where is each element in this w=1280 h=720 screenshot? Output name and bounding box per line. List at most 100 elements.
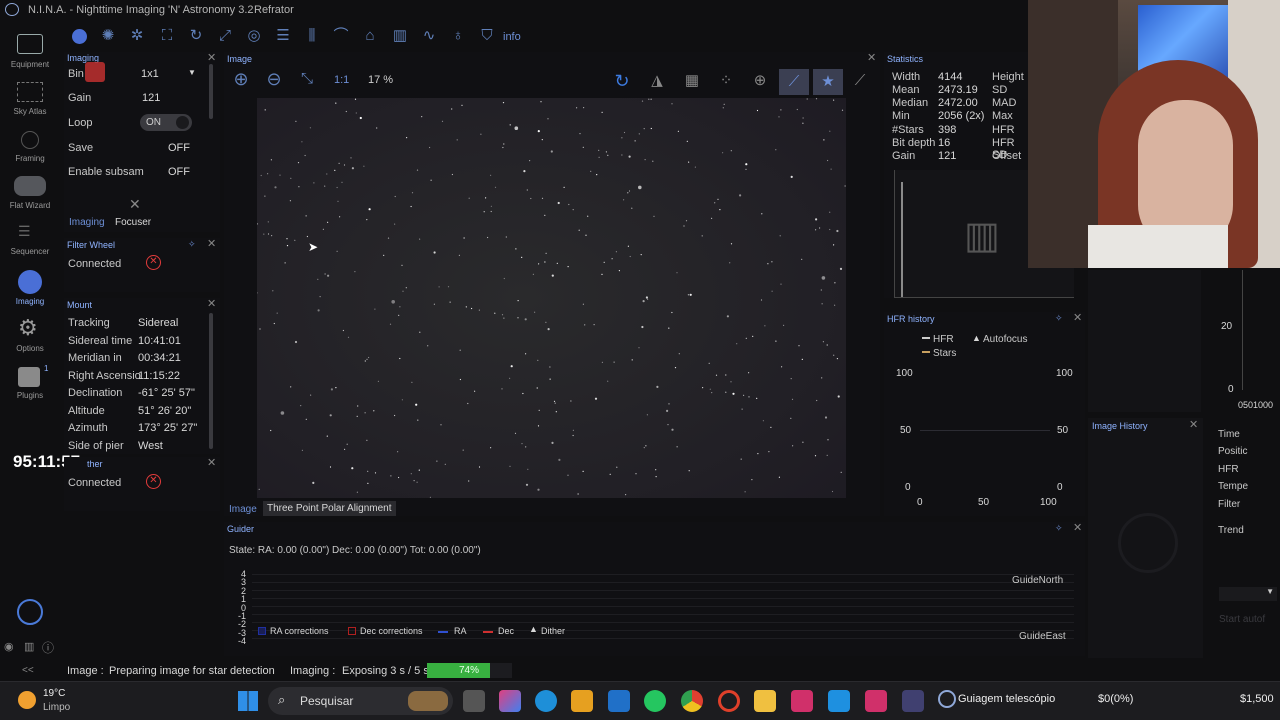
sliders-icon[interactable]: ⫼ [300,27,324,45]
save-toggle[interactable]: OFF [168,142,190,154]
tab-image[interactable]: Image [229,504,257,515]
windows-start-icon[interactable] [238,691,258,711]
folder-icon[interactable] [754,690,776,712]
chevron-down-icon[interactable]: ▼ [188,68,196,77]
tool-icon[interactable]: ⟋ [848,72,872,90]
shield-icon[interactable]: ⛉ [475,27,499,45]
power-icon[interactable] [17,599,43,625]
app-icon[interactable] [608,690,630,712]
task-view-icon[interactable] [463,690,485,712]
info-tab[interactable]: info [503,31,521,43]
dot-icon[interactable] [72,29,87,44]
close-icon[interactable]: ✕ [207,53,216,64]
scrollbar[interactable] [209,313,213,449]
rotator-icon[interactable]: ↻ [184,27,208,45]
active-app-label[interactable]: Guiagem telescópio [958,693,1055,705]
grid-icon[interactable]: ▦ [680,72,704,90]
loop-toggle[interactable]: ON [140,114,192,131]
close-icon[interactable]: ✕ [129,196,141,213]
tab-imaging[interactable]: Imaging [69,217,105,228]
sidebar-item-sequencer[interactable]: ☰ Sequencer [0,220,60,260]
star [503,143,505,145]
sidebar-item-equipment[interactable]: Equipment [0,32,60,72]
tab-focuser[interactable]: Focuser [115,217,151,228]
dome-icon[interactable]: ⌒ [329,27,353,45]
mount-row-label: Meridian in [68,352,122,364]
copilot-icon[interactable] [499,690,521,712]
scrollbar[interactable] [209,64,213,119]
close-icon[interactable]: ✕ [1073,313,1082,324]
close-icon[interactable]: ✕ [1189,420,1198,431]
disconnected-icon[interactable]: ✕ [146,474,161,489]
app-icon[interactable] [902,690,924,712]
app-icon[interactable] [791,690,813,712]
taskbar-search[interactable]: ⌕ Pesquisar [268,687,453,715]
column-header: Positic [1218,446,1248,457]
eye-icon[interactable]: ◉ [4,640,14,653]
star [836,358,839,360]
zoom-in-icon[interactable]: ⊕ [229,70,253,88]
settings-icon[interactable]: ✧ [1055,313,1063,324]
fit-icon[interactable]: ⤡ [295,70,319,88]
weather-desc[interactable]: Limpo [43,702,70,713]
close-icon[interactable]: ✕ [207,299,216,310]
bar-chart-icon[interactable]: ▥ [388,27,412,45]
one-to-one-button[interactable]: 1:1 [334,74,349,86]
target-icon[interactable]: ◎ [242,27,266,45]
statistics-panel: Statistics Width 4144 Height Mean 2473.1… [884,52,1074,298]
app-icon[interactable] [865,690,887,712]
bulb-icon[interactable]: ♁ [446,27,470,45]
start-autofocus-button[interactable]: Start autof [1219,614,1265,625]
crosshair-icon[interactable]: ⊕ [748,72,772,90]
sidebar-item-flat-wizard[interactable]: Flat Wizard [0,174,60,214]
zoom-out-icon[interactable]: ⊖ [262,70,286,88]
refresh-icon[interactable]: ↻ [610,72,634,90]
settings-icon[interactable]: ✧ [188,239,196,250]
star-detect-icon[interactable]: ⁘ [714,72,738,90]
star [305,418,307,420]
dropdown-chevron-icon[interactable]: ▼ [1219,587,1277,601]
settings-icon[interactable]: ✧ [1055,523,1063,534]
disconnected-icon[interactable]: ✕ [146,255,161,270]
focus-frame-icon[interactable]: ⛶ [155,27,179,45]
tab-polar-alignment[interactable]: Three Point Polar Alignment [263,501,396,516]
star [322,228,324,230]
close-icon[interactable]: ✕ [1073,523,1082,534]
weather-temp[interactable]: 19°C [43,688,65,699]
subsample-toggle[interactable]: OFF [168,166,190,178]
opera-icon[interactable] [718,690,740,712]
house-icon[interactable]: ⌂ [358,27,382,45]
collapse-button[interactable]: << [22,665,34,676]
sidebar-item-framing[interactable]: Framing [0,127,60,167]
app-icon[interactable] [828,690,850,712]
aperture-icon[interactable]: ✺ [96,27,120,45]
weather-panel: ther ✕ Connected ✕ [64,457,220,511]
gain-input[interactable]: 121 [142,92,160,104]
graph-icon[interactable]: ∿ [417,27,441,45]
book-icon[interactable]: ▥ [24,640,34,653]
close-icon[interactable]: ✕ [207,458,216,469]
list-icon[interactable]: ☰ [271,27,295,45]
active-app-icon[interactable] [938,690,956,708]
edge-icon[interactable] [535,690,557,712]
store-icon[interactable] [571,690,593,712]
telescope-icon[interactable]: ⤢ [213,27,237,45]
flip-icon[interactable]: ◮ [645,72,669,90]
stop-overlay-icon[interactable] [85,62,105,82]
sidebar-item-plugins[interactable]: 1 Plugins [0,364,60,404]
image-history-panel: Image History ✕ [1088,418,1203,658]
weather-icon[interactable] [18,691,36,709]
sidebar-item-sky-atlas[interactable]: Sky Atlas [0,80,60,120]
chrome-icon[interactable] [681,690,703,712]
sidebar-item-options[interactable]: ⚙ Options [0,315,60,357]
info-icon[interactable]: ⓘ [42,639,54,656]
close-icon[interactable]: ✕ [207,239,216,250]
star-field-image[interactable] [257,98,846,498]
close-icon[interactable]: ✕ [867,53,876,64]
sidebar-item-imaging[interactable]: Imaging [0,270,60,310]
whatsapp-icon[interactable] [644,690,666,712]
stretch-icon[interactable]: ⟋ [779,69,809,95]
filter-wheel-icon[interactable]: ✲ [125,27,149,45]
star [756,109,759,112]
star-icon[interactable]: ★ [813,69,843,95]
